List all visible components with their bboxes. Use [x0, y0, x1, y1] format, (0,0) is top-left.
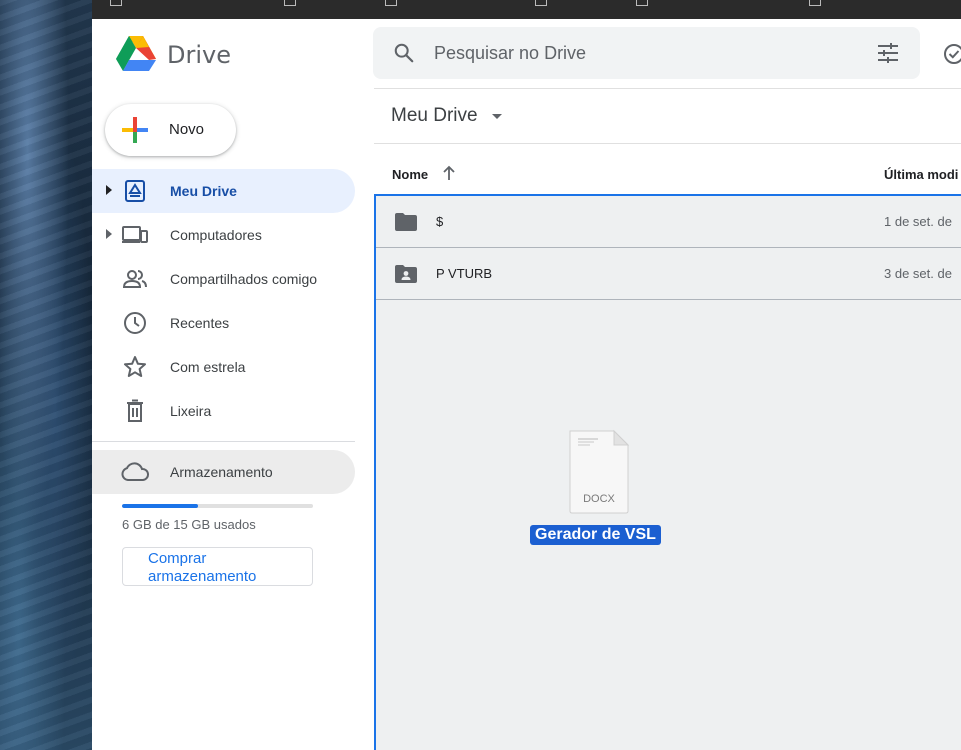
storage-usage-bar	[122, 504, 313, 508]
folder-icon	[395, 213, 417, 231]
toolbar-divider	[374, 143, 961, 144]
storage-usage-fill	[122, 504, 199, 508]
header-divider	[374, 88, 961, 89]
shared-folder-icon	[395, 265, 417, 283]
storage-label: Armazenamento	[170, 464, 273, 480]
file-row[interactable]: $ 1 de set. de	[376, 196, 961, 248]
file-name: $	[436, 214, 444, 229]
sort-ascending-icon[interactable]	[441, 165, 457, 181]
sidebar-item-storage[interactable]: Armazenamento	[92, 450, 355, 494]
buy-storage-label: Comprar armazenamento	[148, 550, 257, 585]
bookmark-icon[interactable]	[535, 0, 547, 6]
star-icon	[124, 356, 146, 377]
file-row[interactable]: P VTURB 3 de set. de	[376, 248, 961, 300]
my-drive-icon	[125, 180, 145, 202]
new-button-label: Novo	[169, 121, 205, 138]
storage-usage-text: 6 GB de 15 GB usados	[122, 517, 256, 532]
sidebar-item-shared-with-me[interactable]: Compartilhados comigo	[92, 257, 355, 301]
drive-logo-icon[interactable]	[116, 36, 156, 72]
bookmark-icon[interactable]	[385, 0, 397, 6]
file-modified-date: 3 de set. de	[884, 266, 952, 281]
dragged-file-docx-icon[interactable]: DOCX	[568, 429, 630, 515]
shared-people-icon	[122, 270, 147, 288]
breadcrumb[interactable]: Meu Drive	[391, 105, 478, 127]
sidebar-item-trash[interactable]: Lixeira	[92, 389, 355, 433]
new-button[interactable]: Novo	[105, 104, 236, 156]
file-name: P VTURB	[436, 266, 493, 281]
sidebar-item-label: Meu Drive	[170, 183, 237, 199]
dragged-file-name[interactable]: Gerador de VSL	[530, 525, 661, 545]
cloud-icon	[121, 462, 149, 481]
column-header-last-modified[interactable]: Última modi	[884, 167, 958, 182]
file-type-label: DOCX	[583, 493, 615, 505]
column-header-name[interactable]: Nome	[392, 167, 428, 182]
bookmark-icon[interactable]	[809, 0, 821, 6]
sidebar-item-label: Com estrela	[170, 359, 246, 375]
sidebar-item-label: Recentes	[170, 315, 230, 331]
sidebar-item-label: Computadores	[170, 227, 262, 243]
sidebar-item-computers[interactable]: Computadores	[92, 213, 355, 257]
expand-caret-icon[interactable]	[106, 229, 112, 239]
sidebar-item-label: Lixeira	[170, 403, 212, 419]
sidebar-item-starred[interactable]: Com estrela	[92, 345, 355, 389]
sidebar-item-my-drive[interactable]: Meu Drive	[92, 169, 355, 213]
trash-icon	[127, 399, 143, 422]
file-modified-date: 1 de set. de	[884, 214, 952, 229]
sidebar-item-label: Compartilhados comigo	[170, 271, 318, 287]
clock-icon	[124, 312, 146, 334]
sidebar-divider	[92, 441, 355, 442]
search-input[interactable]	[434, 41, 834, 65]
search-box[interactable]	[373, 27, 920, 79]
sidebar-item-recent[interactable]: Recentes	[92, 301, 355, 345]
buy-storage-button[interactable]: Comprar armazenamento	[122, 547, 313, 586]
plus-icon	[122, 117, 148, 143]
computers-icon	[122, 226, 148, 243]
drive-app: Drive Novo	[92, 19, 961, 750]
chevron-down-icon[interactable]	[492, 114, 502, 119]
bookmark-icon[interactable]	[636, 0, 648, 6]
browser-bookmarks-bar	[92, 0, 961, 19]
bookmark-icon[interactable]	[284, 0, 296, 6]
expand-caret-icon[interactable]	[106, 185, 112, 195]
product-name: Drive	[167, 41, 231, 69]
search-options-icon[interactable]	[877, 43, 899, 63]
offline-status-icon[interactable]	[943, 43, 961, 65]
desktop-wallpaper	[0, 0, 92, 750]
search-icon[interactable]	[393, 42, 415, 64]
bookmark-icon[interactable]	[110, 0, 122, 6]
